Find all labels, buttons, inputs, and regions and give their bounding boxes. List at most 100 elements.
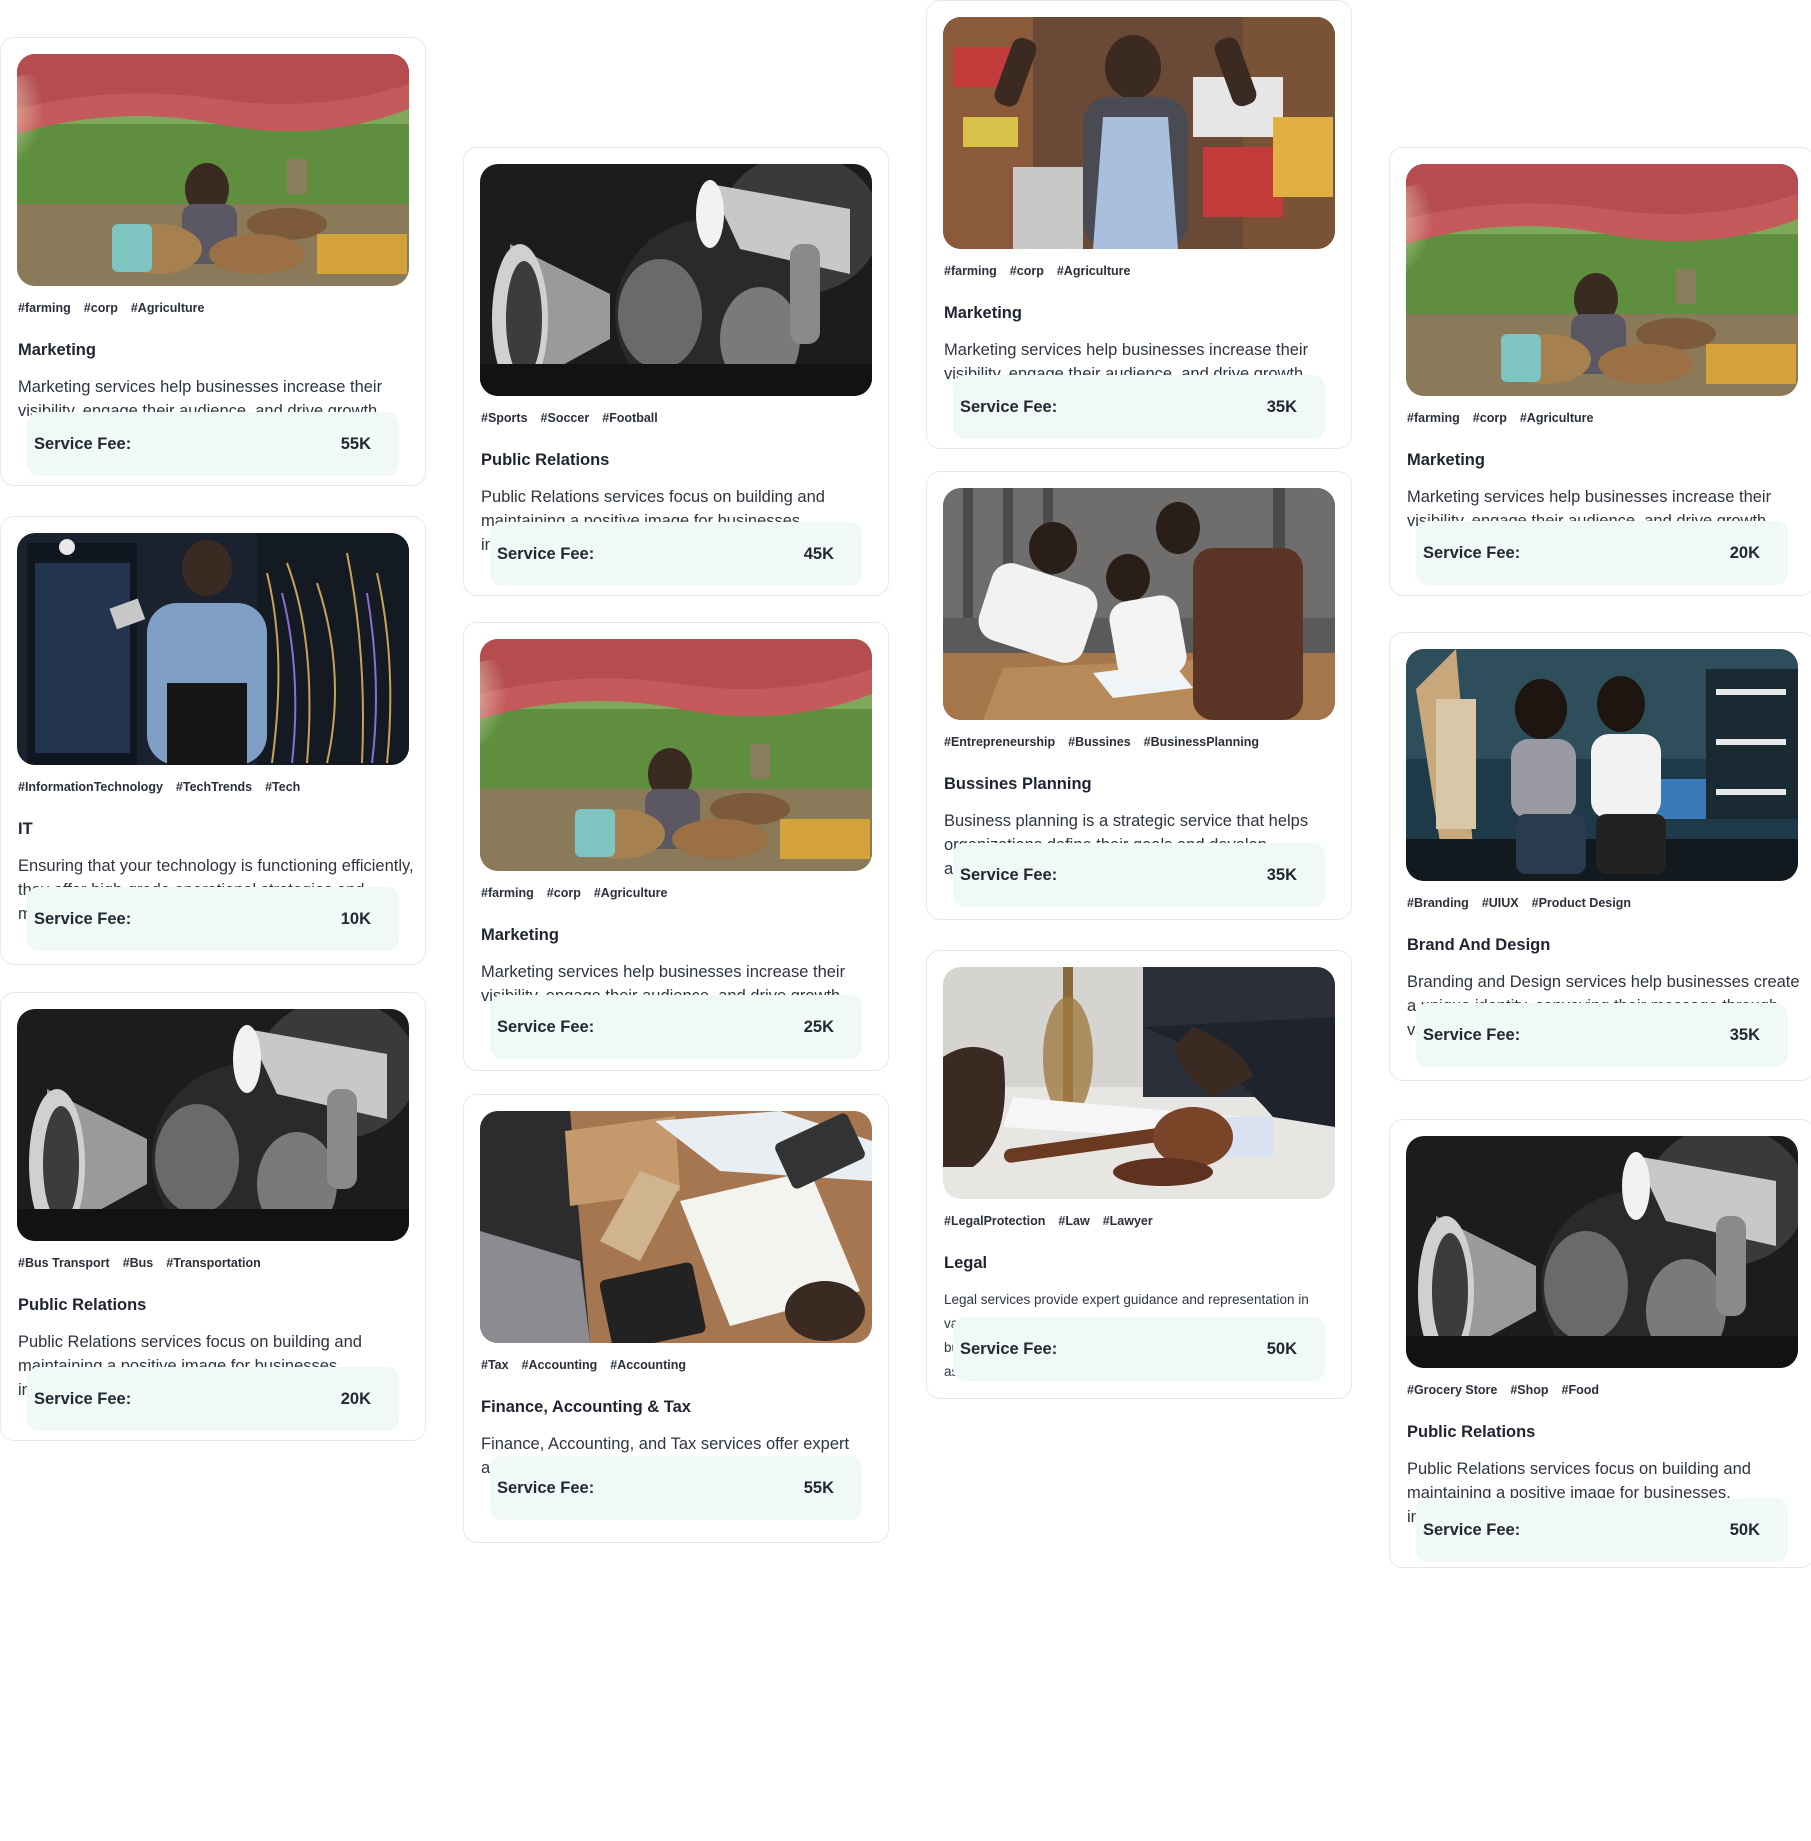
- service-card[interactable]: #farming #corp #Agriculture Marketing Market…: [926, 0, 1352, 449]
- service-card[interactable]: #Branding #UIUX #Product Design Brand And D…: [1389, 632, 1811, 1081]
- service-fee-box: Service Fee: 10K: [27, 887, 399, 951]
- tag[interactable]: #Agriculture: [594, 886, 668, 900]
- tag[interactable]: #Entrepreneurship: [944, 735, 1055, 749]
- service-card[interactable]: #Bus Transport #Bus #Transportation Public …: [0, 992, 426, 1441]
- tag-list: #LegalProtection #Law #Lawyer: [944, 1214, 1153, 1228]
- tag[interactable]: #farming: [944, 264, 997, 278]
- service-fee-value: 35K: [1266, 397, 1297, 416]
- tag-list: #InformationTechnology #TechTrends #Tech: [18, 780, 300, 794]
- tag[interactable]: #corp: [1010, 264, 1044, 278]
- tag[interactable]: #Agriculture: [1057, 264, 1131, 278]
- service-title: Marketing: [944, 304, 1022, 322]
- service-fee-label: Service Fee:: [497, 544, 595, 563]
- service-fee-label: Service Fee:: [34, 909, 132, 928]
- tag[interactable]: #Grocery Store: [1407, 1383, 1497, 1397]
- tag[interactable]: #Bussines: [1068, 735, 1131, 749]
- server-room-technician-photo: [17, 533, 409, 765]
- desk-calculator-photo: [480, 1111, 872, 1343]
- tag-list: #Bus Transport #Bus #Transportation: [18, 1256, 261, 1270]
- service-card[interactable]: #LegalProtection #Law #Lawyer Legal Legal se…: [926, 950, 1352, 1399]
- tag-list: #Branding #UIUX #Product Design: [1407, 896, 1631, 910]
- tag[interactable]: #Bus: [123, 1256, 154, 1270]
- service-card[interactable]: #Grocery Store #Shop #Food Public Relations…: [1389, 1119, 1811, 1568]
- tag[interactable]: #Law: [1058, 1214, 1089, 1228]
- tag[interactable]: #Tax: [481, 1358, 509, 1372]
- tag[interactable]: #Transportation: [166, 1256, 260, 1270]
- megaphone-protest-photo: [1406, 1136, 1798, 1368]
- tag[interactable]: #Product Design: [1532, 896, 1631, 910]
- megaphone-protest-photo: [17, 1009, 409, 1241]
- megaphone-protest-photo: [480, 164, 872, 396]
- tag[interactable]: #LegalProtection: [944, 1214, 1045, 1228]
- service-fee-box: Service Fee: 55K: [27, 412, 399, 476]
- service-title: Public Relations: [1407, 1423, 1536, 1441]
- service-card[interactable]: #farming #corp #Agriculture Marketing Market…: [0, 37, 426, 486]
- tag[interactable]: #Football: [602, 411, 658, 425]
- tag[interactable]: #farming: [1407, 411, 1460, 425]
- service-fee-value: 45K: [803, 544, 834, 563]
- tag-list: #Tax #Accounting #Accounting: [481, 1358, 686, 1372]
- service-title: Brand And Design: [1407, 936, 1551, 954]
- tag-list: #farming #corp #Agriculture: [18, 301, 204, 315]
- tag[interactable]: #Agriculture: [1520, 411, 1594, 425]
- service-fee-box: Service Fee: 55K: [490, 1456, 862, 1520]
- service-title: Bussines Planning: [944, 775, 1092, 793]
- service-title: Public Relations: [481, 451, 610, 469]
- service-fee-value: 35K: [1729, 1025, 1760, 1044]
- service-title: IT: [18, 820, 33, 838]
- team-meeting-photo: [943, 488, 1335, 720]
- tag[interactable]: #corp: [84, 301, 118, 315]
- service-card[interactable]: #InformationTechnology #TechTrends #Tech IT…: [0, 516, 426, 965]
- service-fee-box: Service Fee: 20K: [1416, 521, 1788, 585]
- tag[interactable]: #Lawyer: [1103, 1214, 1153, 1228]
- tag[interactable]: #Accounting: [522, 1358, 598, 1372]
- tag-list: #Sports #Soccer #Football: [481, 411, 658, 425]
- tag-list: #farming #corp #Agriculture: [944, 264, 1130, 278]
- service-fee-label: Service Fee:: [1423, 1025, 1521, 1044]
- tag[interactable]: #Branding: [1407, 896, 1469, 910]
- market-vendor-photo: [17, 54, 409, 286]
- service-card[interactable]: #farming #corp #Agriculture Marketing Market…: [463, 622, 889, 1071]
- tag[interactable]: #Food: [1562, 1383, 1600, 1397]
- tag[interactable]: #farming: [18, 301, 71, 315]
- service-fee-box: Service Fee: 35K: [953, 843, 1325, 907]
- tag[interactable]: #Sports: [481, 411, 528, 425]
- service-fee-value: 20K: [340, 1389, 371, 1408]
- shop-woman-cheering-photo: [943, 17, 1335, 249]
- tag[interactable]: #farming: [481, 886, 534, 900]
- service-card[interactable]: #farming #corp #Agriculture Marketing Market…: [1389, 147, 1811, 596]
- tag[interactable]: #Agriculture: [131, 301, 205, 315]
- service-fee-label: Service Fee:: [497, 1478, 595, 1497]
- service-fee-label: Service Fee:: [34, 1389, 132, 1408]
- service-title: Marketing: [18, 341, 96, 359]
- tag[interactable]: #Accounting: [610, 1358, 686, 1372]
- tag[interactable]: #BusinessPlanning: [1144, 735, 1259, 749]
- service-fee-value: 35K: [1266, 865, 1297, 884]
- market-vendor-photo: [1406, 164, 1798, 396]
- tag-list: #farming #corp #Agriculture: [481, 886, 667, 900]
- tag[interactable]: #Shop: [1510, 1383, 1548, 1397]
- service-fee-label: Service Fee:: [1423, 543, 1521, 562]
- tag[interactable]: #TechTrends: [176, 780, 252, 794]
- tag[interactable]: #InformationTechnology: [18, 780, 163, 794]
- tag[interactable]: #corp: [1473, 411, 1507, 425]
- tag[interactable]: #Tech: [265, 780, 300, 794]
- service-title: Legal: [944, 1254, 988, 1272]
- service-fee-box: Service Fee: 25K: [490, 995, 862, 1059]
- service-card[interactable]: #Entrepreneurship #Bussines #BusinessPlann…: [926, 471, 1352, 920]
- service-fee-box: Service Fee: 35K: [953, 375, 1325, 439]
- service-fee-label: Service Fee:: [34, 434, 132, 453]
- tag[interactable]: #Soccer: [541, 411, 590, 425]
- tag[interactable]: #UIUX: [1482, 896, 1519, 910]
- service-card[interactable]: #Sports #Soccer #Football Public Relations P…: [463, 147, 889, 596]
- tag[interactable]: #corp: [547, 886, 581, 900]
- service-title: Finance, Accounting & Tax: [481, 1398, 691, 1416]
- service-fee-value: 55K: [340, 434, 371, 453]
- service-fee-box: Service Fee: 50K: [953, 1317, 1325, 1381]
- service-fee-box: Service Fee: 20K: [27, 1367, 399, 1431]
- service-fee-label: Service Fee:: [1423, 1520, 1521, 1539]
- art-studio-photo: [1406, 649, 1798, 881]
- service-card[interactable]: #Tax #Accounting #Accounting Finance, Accou…: [463, 1094, 889, 1543]
- service-fee-value: 20K: [1729, 543, 1760, 562]
- tag[interactable]: #Bus Transport: [18, 1256, 110, 1270]
